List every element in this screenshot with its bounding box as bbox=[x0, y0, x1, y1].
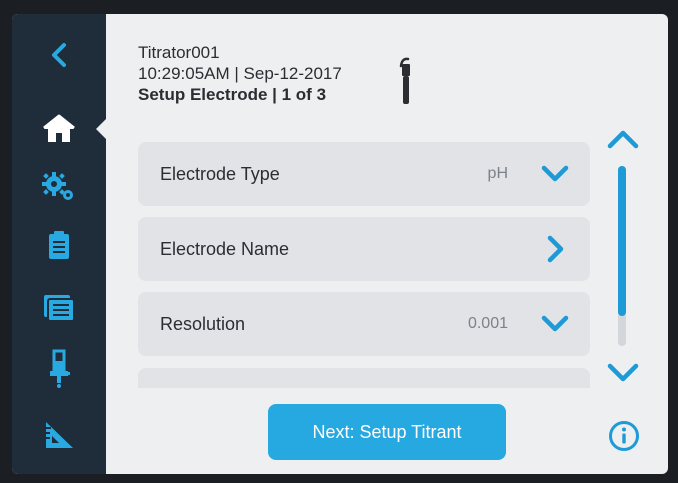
clipboard-icon bbox=[49, 231, 69, 259]
date-time: 10:29:05AM | Sep-12-2017 bbox=[138, 64, 342, 83]
device-name: Titrator001 bbox=[138, 43, 220, 62]
resolution-row[interactable]: Resolution 0.001 bbox=[138, 292, 590, 356]
settings-gears-icon bbox=[42, 172, 73, 200]
scroll-up-button[interactable] bbox=[606, 126, 640, 152]
row-value: 0.001 bbox=[467, 315, 508, 332]
scrollbar[interactable] bbox=[618, 166, 626, 346]
info-icon[interactable] bbox=[608, 420, 640, 452]
next-setup-titrant-button[interactable]: Next: Setup Titrant bbox=[268, 404, 506, 460]
sidebar bbox=[12, 14, 107, 474]
home-icon bbox=[43, 114, 75, 142]
back-button[interactable] bbox=[12, 28, 106, 82]
electrode-icon bbox=[399, 57, 410, 104]
row-value: pH bbox=[487, 165, 508, 182]
data-folder-icon bbox=[44, 295, 75, 322]
electrode-name-row[interactable]: Electrode Name bbox=[138, 217, 590, 281]
sidebar-item-settings[interactable] bbox=[12, 160, 106, 214]
scrollbar-thumb[interactable] bbox=[618, 166, 626, 316]
chevron-down-icon[interactable] bbox=[540, 160, 570, 188]
burette-icon bbox=[50, 349, 70, 388]
row-label: Electrode Type bbox=[160, 163, 280, 184]
sidebar-item-data[interactable] bbox=[12, 280, 106, 334]
sidebar-item-home[interactable] bbox=[12, 102, 106, 156]
screen-header: Titrator001 10:29:05AM | Sep-12-2017 Set… bbox=[138, 42, 342, 105]
chevron-down-icon[interactable] bbox=[540, 310, 570, 338]
sidebar-item-calibration[interactable] bbox=[12, 408, 106, 462]
back-chevron-icon bbox=[52, 43, 66, 67]
sidebar-item-titrant[interactable] bbox=[12, 342, 106, 396]
row-label: Resolution bbox=[160, 313, 246, 334]
chevron-right-icon[interactable] bbox=[540, 235, 570, 263]
ruler-triangle-icon bbox=[46, 422, 73, 448]
row-label: Electrode Name bbox=[160, 238, 290, 259]
active-indicator bbox=[96, 118, 107, 140]
electrode-type-row[interactable]: Electrode Type pH bbox=[138, 142, 590, 206]
touch-screen: Titrator001 10:29:05AM | Sep-12-2017 Set… bbox=[12, 14, 668, 474]
scroll-down-button[interactable] bbox=[606, 360, 640, 386]
list-item-partial[interactable] bbox=[138, 368, 590, 388]
page-title: Setup Electrode | 1 of 3 bbox=[138, 85, 327, 104]
sidebar-item-methods[interactable] bbox=[12, 218, 106, 272]
